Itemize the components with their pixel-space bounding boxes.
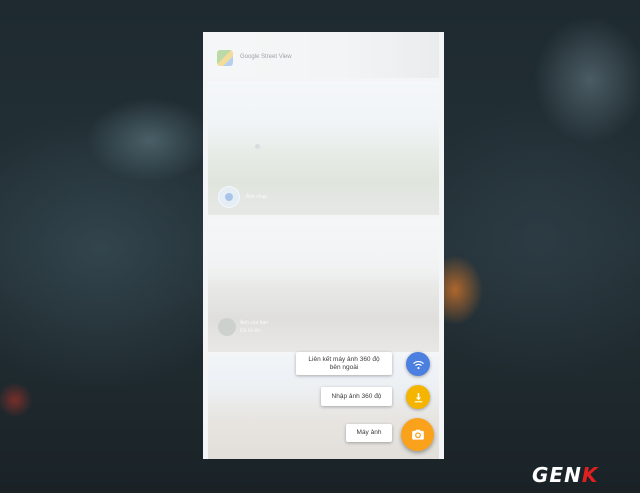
card-title: Google Street View [240,54,292,60]
card-caption: Ảnh chụp [246,194,268,200]
genk-logo: GENK [532,463,598,487]
location-pin-icon [255,144,260,149]
camera-label[interactable]: Máy ảnh [346,424,392,442]
card-caption: Ảnh của bạn [240,320,269,326]
card-subcaption: Đã tải lên [240,328,262,334]
label-line: bên ngoài [329,363,359,371]
camera-icon [411,429,424,440]
download-icon [414,392,422,402]
camera-button[interactable] [401,418,434,451]
logo-text: GEN [532,463,582,487]
panorama-card[interactable]: Ảnh chụp [208,82,439,215]
link-360-camera-button[interactable] [406,352,430,376]
street-view-header-card[interactable]: Google Street View [208,32,439,78]
link-360-camera-label[interactable]: Liên kết máy ảnh 360 độ bên ngoài [296,352,392,375]
street-view-avatar [218,186,240,208]
avatar [218,318,236,336]
google-maps-icon [217,50,233,66]
label-line: Liên kết máy ảnh 360 độ [308,355,380,363]
import-360-photo-label[interactable]: Nhập ảnh 360 độ [321,387,392,406]
panorama-card[interactable]: Ảnh của bạn Đã tải lên [208,220,439,352]
scrim [208,82,439,215]
import-360-photo-button[interactable] [406,385,430,409]
logo-text-accent: K [581,463,599,487]
wifi-icon [412,360,424,369]
